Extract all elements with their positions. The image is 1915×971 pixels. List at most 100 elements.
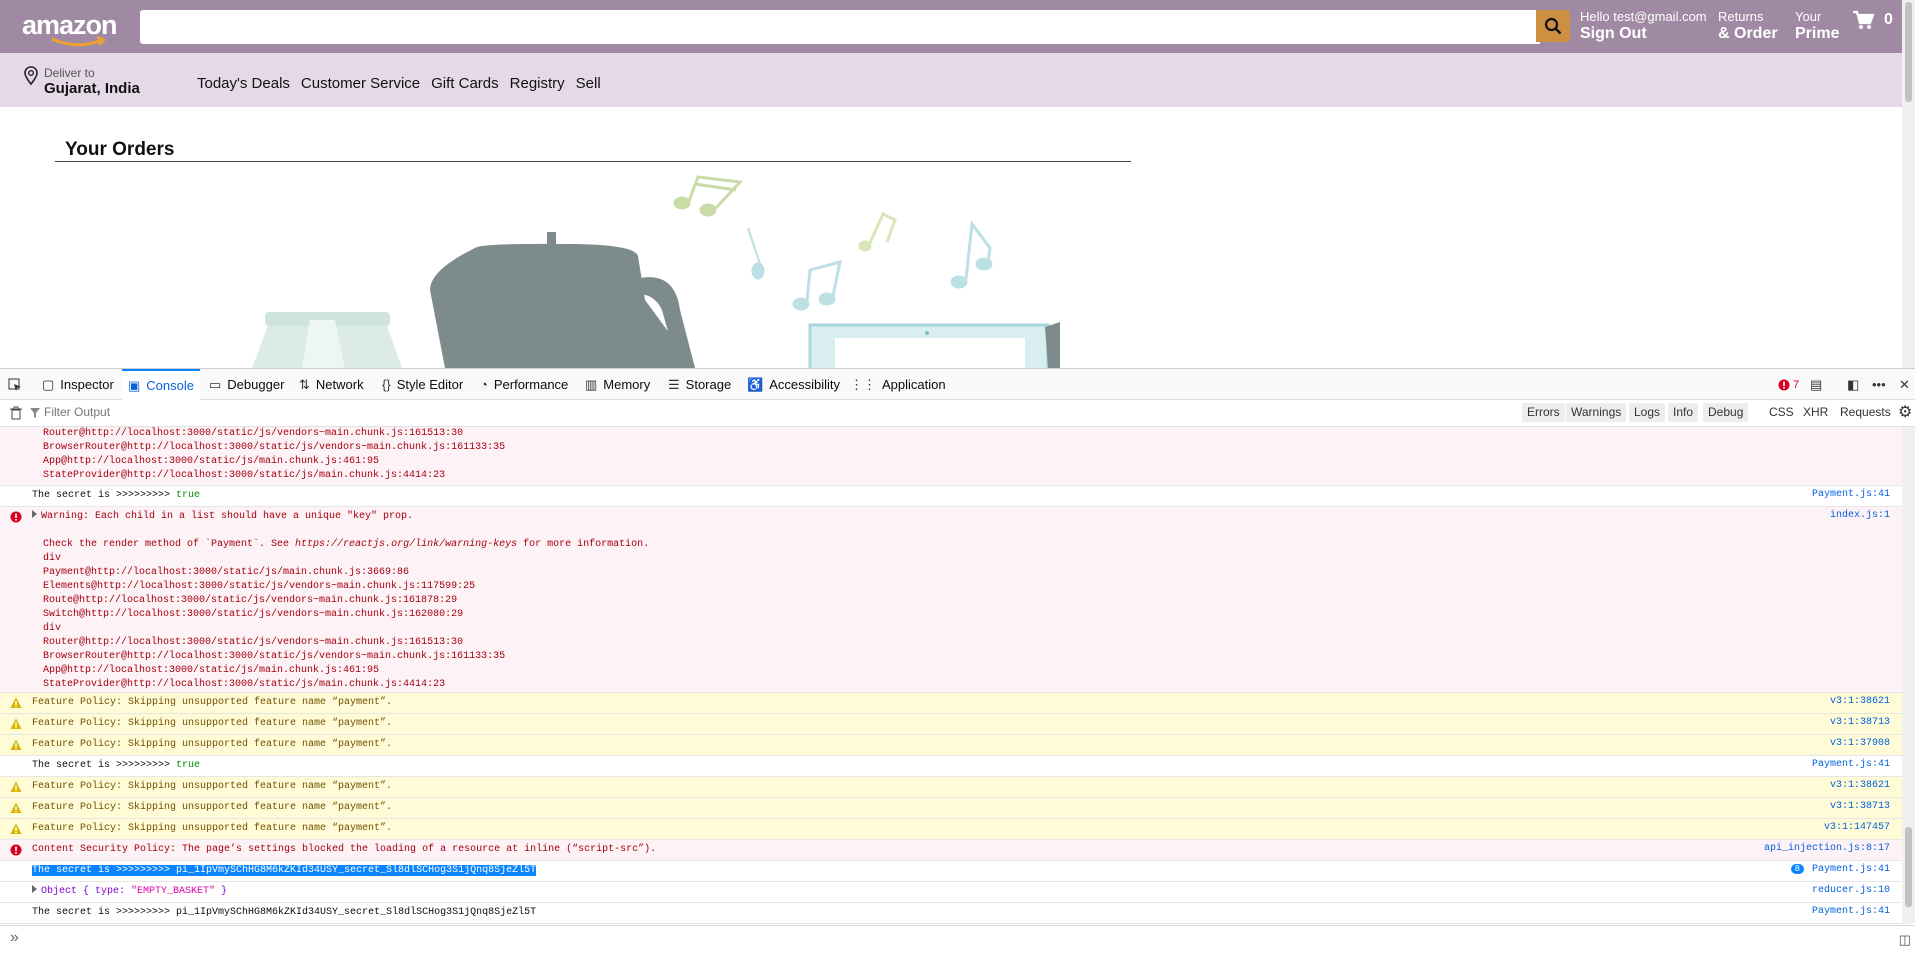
deliver-label: Deliver to (44, 66, 95, 80)
pick-element-icon (8, 378, 21, 391)
dock-icon: ◧ (1847, 376, 1860, 392)
console-log-row-selected[interactable]: The secret is >>>>>>>>> pi_1IpVmySChHG8M… (0, 861, 1902, 882)
source-link[interactable]: Payment.js:41 (1812, 759, 1890, 770)
console-warning-row: Feature Policy: Skipping unsupported fea… (0, 735, 1902, 756)
split-console-button[interactable]: ▤ (1810, 369, 1828, 400)
source-link[interactable]: v3:1:38713 (1830, 717, 1890, 728)
dock-button[interactable]: ◧ (1847, 369, 1865, 400)
search-button[interactable] (1536, 10, 1570, 42)
console-icon: ▣ (128, 377, 141, 393)
close-devtools-button[interactable]: ✕ (1899, 369, 1915, 400)
selected-log-text[interactable]: The secret is >>>>>>>>> pi_1IpVmySChHG8M… (32, 865, 537, 876)
warning-text: Feature Policy: Skipping unsupported fea… (32, 718, 393, 729)
filter-logs[interactable]: Logs (1629, 403, 1666, 422)
tab-application[interactable]: ⋮⋮ Application (850, 369, 946, 400)
source-link[interactable]: reducer.js:10 (1812, 885, 1890, 896)
nav-link-sell[interactable]: Sell (576, 75, 601, 92)
error-text: Content Security Policy: The page’s sett… (32, 844, 657, 855)
object-value: "EMPTY_BASKET" (131, 886, 216, 897)
source-link[interactable]: v3:1:38713 (1830, 801, 1890, 812)
tab-accessibility[interactable]: ♿ Accessibility (747, 369, 840, 400)
page-scrollbar[interactable] (1902, 0, 1915, 368)
nav-link-registry[interactable]: Registry (510, 75, 565, 92)
account-option[interactable]: Hello test@gmail.com Sign Out (1580, 9, 1707, 43)
application-icon: ⋮⋮ (850, 376, 876, 392)
filter-debug[interactable]: Debug (1703, 403, 1749, 422)
console-scrollbar-thumb[interactable] (1905, 827, 1912, 907)
cart-button[interactable]: 0 (1852, 10, 1893, 30)
filter-errors[interactable]: Errors (1522, 403, 1565, 422)
console-log-row: The secret is >>>>>>>>> pi_1IpVmySChHG8M… (0, 903, 1902, 924)
tab-inspector-label: Inspector (60, 377, 114, 392)
filter-css[interactable]: CSS (1764, 403, 1799, 422)
trash-icon[interactable] (10, 406, 22, 420)
tab-style-editor[interactable]: {} Style Editor (382, 369, 463, 400)
editor-mode-icon[interactable]: ◫ (1899, 932, 1911, 948)
prime-option[interactable]: Your Prime (1795, 9, 1839, 43)
nav-link-gift-cards[interactable]: Gift Cards (431, 75, 499, 92)
filter-icon (30, 408, 40, 418)
more-options-button[interactable]: ••• (1872, 369, 1892, 400)
source-link[interactable]: v3:1:147457 (1824, 822, 1890, 833)
console-settings-gear-icon[interactable]: ⚙ (1898, 402, 1912, 422)
warning-link[interactable]: https://reactjs.org/link/warning-keys (295, 539, 517, 550)
style-editor-icon: {} (382, 377, 391, 392)
error-icon (10, 844, 22, 856)
log-text: The secret is >>>>>>>>> (32, 907, 177, 918)
tab-performance[interactable]: ◔ Performance (480, 369, 568, 400)
console-scrollbar[interactable] (1902, 427, 1915, 924)
tab-memory-label: Memory (603, 377, 651, 392)
console-warning-row: Feature Policy: Skipping unsupported fea… (0, 798, 1902, 819)
nav-link-todays-deals[interactable]: Today's Deals (197, 75, 290, 92)
tab-memory[interactable]: ▥ Memory (585, 369, 650, 400)
warning-text: Feature Policy: Skipping unsupported fea… (32, 739, 393, 750)
source-link[interactable]: v3:1:37908 (1830, 738, 1890, 749)
title-divider (55, 161, 1131, 162)
tab-debugger[interactable]: ▭ Debugger (209, 369, 284, 400)
error-icon (10, 511, 22, 523)
tab-console[interactable]: ▣ Console (122, 369, 200, 400)
console-warning-row: Feature Policy: Skipping unsupported fea… (0, 714, 1902, 735)
error-count: 7 (1793, 378, 1800, 391)
source-link[interactable]: index.js:1 (1830, 510, 1890, 521)
source-link[interactable]: api_injection.js:8:17 (1764, 843, 1890, 854)
console-error-row: Content Security Policy: The page’s sett… (0, 840, 1902, 861)
source-link[interactable]: v3:1:38621 (1830, 780, 1890, 791)
sign-out-link[interactable]: Sign Out (1580, 25, 1707, 43)
filter-output-input[interactable] (42, 404, 546, 420)
search-input[interactable] (140, 10, 1540, 44)
expand-twisty-icon[interactable] (32, 510, 37, 518)
warning-icon (10, 802, 22, 813)
debugger-icon: ▭ (209, 376, 222, 392)
page-scrollbar-thumb[interactable] (1905, 2, 1912, 102)
tab-network[interactable]: ⇅ Network (299, 369, 364, 400)
filter-xhr[interactable]: XHR (1798, 403, 1833, 422)
nav-links: Today's Deals Customer Service Gift Card… (197, 75, 602, 92)
source-link[interactable]: Payment.js:41 (1812, 864, 1890, 875)
logo-smile-icon (51, 36, 107, 47)
tab-inspector[interactable]: ▢ Inspector (42, 369, 114, 400)
filter-requests[interactable]: Requests (1835, 403, 1896, 422)
prime-line1: Your (1795, 9, 1822, 24)
expand-twisty-icon[interactable] (32, 885, 37, 893)
console-input-line[interactable]: » ◫ (0, 925, 1915, 954)
filter-warnings[interactable]: Warnings (1566, 403, 1627, 422)
source-link[interactable]: v3:1:38621 (1830, 696, 1890, 707)
filter-info[interactable]: Info (1668, 403, 1699, 422)
amazon-logo[interactable]: amazon (22, 6, 122, 47)
error-count-indicator[interactable]: 7 (1778, 369, 1799, 400)
deliver-to[interactable]: Deliver to Gujarat, India (24, 66, 140, 97)
tab-storage[interactable]: ☰ Storage (668, 369, 731, 400)
tab-style-editor-label: Style Editor (396, 377, 464, 392)
prompt-chevron-icon: » (10, 929, 19, 946)
source-link[interactable]: Payment.js:41 (1812, 489, 1890, 500)
returns-option[interactable]: Returns & Order (1718, 9, 1778, 43)
memory-icon: ▥ (585, 376, 598, 392)
tab-application-label: Application (882, 377, 946, 392)
log-secret-value: pi_1IpVmySChHG8M6kZKId34USY_secret_Sl8dl… (176, 907, 537, 918)
source-link[interactable]: Payment.js:41 (1812, 906, 1890, 917)
pick-element-button[interactable] (8, 369, 22, 400)
console-output: Router@http://localhost:3000/static/js/v… (0, 427, 1902, 924)
object-prefix: Object { type: (41, 886, 132, 897)
nav-link-customer-service[interactable]: Customer Service (301, 75, 420, 92)
